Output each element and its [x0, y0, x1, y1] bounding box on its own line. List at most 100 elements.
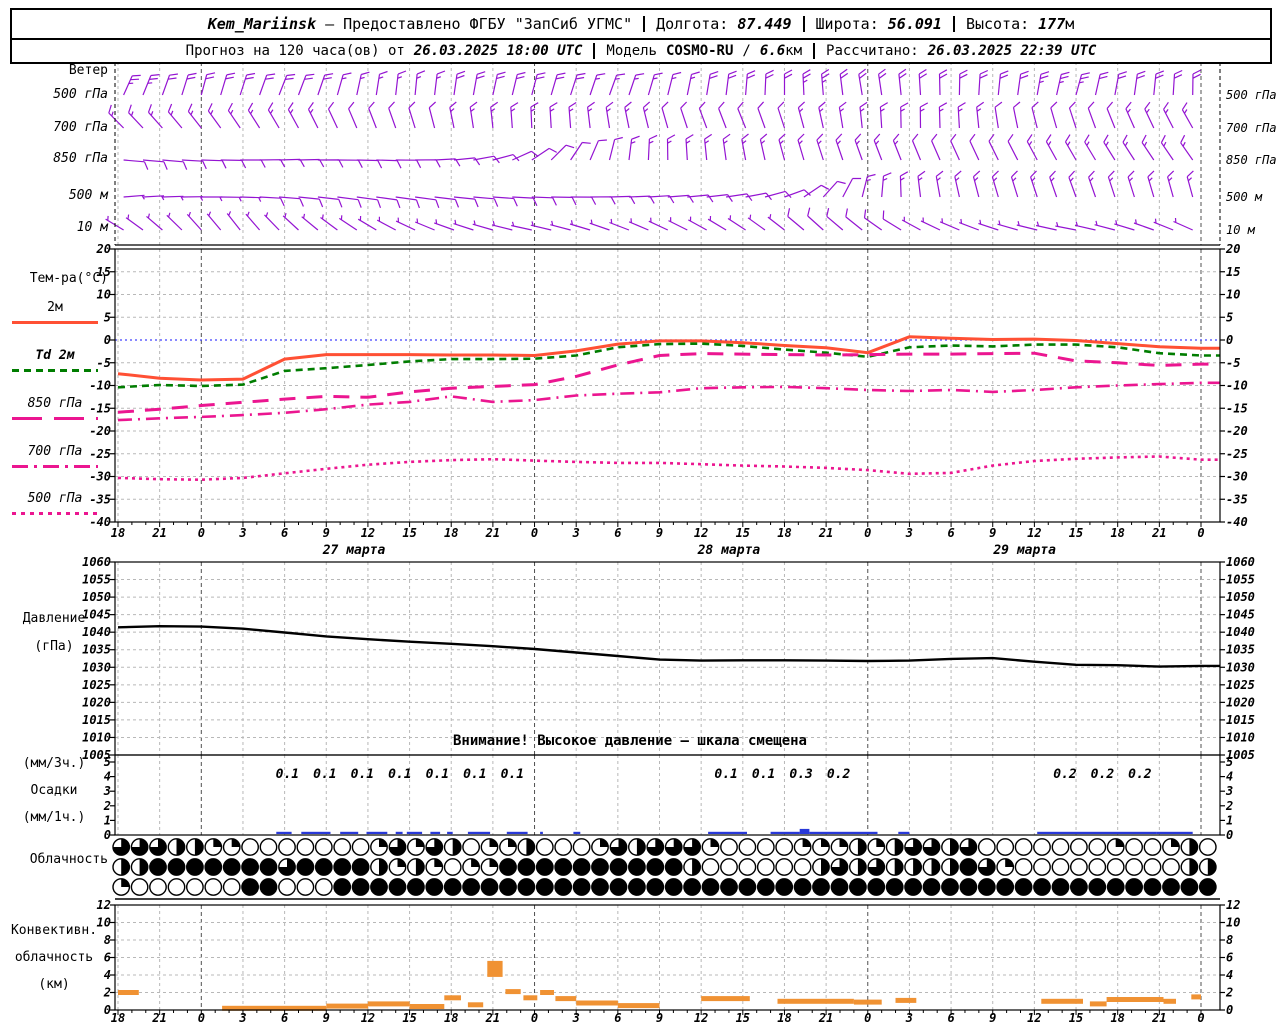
altitude-value: 177 м	[1038, 15, 1075, 33]
svg-text:-25: -25	[1226, 447, 1248, 461]
header-line-1: Kem_Mariinsk — Предоставлено ФГБУ "ЗапСи…	[12, 10, 1270, 40]
pressure-panel-unit: (гПа)	[34, 639, 74, 654]
svg-text:21: 21	[485, 1011, 500, 1024]
svg-text:18: 18	[111, 1011, 125, 1024]
svg-text:29 марта: 29 марта	[992, 543, 1056, 558]
svg-text:12: 12	[97, 898, 111, 912]
header-separator	[802, 16, 805, 32]
svg-text:-10: -10	[1226, 379, 1248, 393]
svg-text:9: 9	[989, 1011, 996, 1024]
precip-panel-title: Осадки	[30, 783, 78, 798]
temp-series	[117, 381, 1220, 422]
svg-text:9: 9	[323, 526, 330, 540]
svg-text:15: 15	[402, 526, 416, 540]
svg-text:-20: -20	[89, 424, 111, 438]
svg-text:0.2: 0.2	[1053, 767, 1077, 782]
altitude-label: Высота:	[965, 15, 1030, 33]
wind-barbs-row	[123, 133, 1194, 170]
wind-panel-title: Ветер	[68, 63, 108, 78]
legend-line-700hpa	[12, 465, 98, 468]
longitude-label: Долгота:	[656, 15, 729, 33]
svg-text:3: 3	[238, 1011, 246, 1024]
svg-text:0: 0	[1197, 526, 1204, 540]
svg-text:3: 3	[572, 526, 580, 540]
svg-text:18: 18	[1110, 526, 1124, 540]
pressure-warning-text: Внимание! Высокое давление — шкала смеще…	[452, 733, 807, 749]
cloud-symbol-row	[112, 838, 1217, 856]
svg-text:4: 4	[1226, 770, 1233, 784]
wind-level-10m: 10 м	[76, 220, 108, 235]
svg-text:15: 15	[402, 1011, 416, 1024]
svg-text:1025: 1025	[1226, 678, 1255, 692]
pressure-panel-title: Давление	[22, 611, 86, 626]
svg-text:0.1: 0.1	[313, 767, 336, 782]
wind-barbs-row	[123, 170, 1194, 209]
svg-text:10: 10	[1226, 916, 1240, 930]
model-resolution: 6.6 км	[759, 43, 803, 59]
convective-panel-title-1: Конвективн.	[10, 923, 98, 938]
svg-text:1020: 1020	[1226, 695, 1255, 709]
svg-text:5: 5	[1226, 755, 1233, 769]
svg-text:15: 15	[1069, 1011, 1083, 1024]
svg-text:1055: 1055	[82, 573, 111, 587]
svg-text:0: 0	[1226, 828, 1233, 842]
svg-text:0: 0	[531, 1011, 538, 1024]
temp-series	[117, 351, 1220, 414]
svg-text:5: 5	[1226, 310, 1233, 324]
svg-text:1045: 1045	[1226, 608, 1255, 622]
svg-text:3: 3	[1225, 784, 1233, 798]
svg-text:850 гПа: 850 гПа	[1226, 153, 1277, 167]
svg-text:6: 6	[281, 1011, 288, 1024]
svg-text:0.1: 0.1	[463, 767, 486, 782]
cloud-symbol-row	[112, 878, 1217, 896]
svg-text:15: 15	[1069, 526, 1083, 540]
header-separator	[952, 16, 955, 32]
svg-text:10 м: 10 м	[1226, 223, 1256, 237]
precip-bars	[276, 828, 1193, 834]
svg-text:0: 0	[1197, 1011, 1204, 1024]
meteogram-page: Kem_Mariinsk — Предоставлено ФГБУ "ЗапСи…	[0, 0, 1280, 1024]
svg-text:12: 12	[694, 1011, 708, 1024]
svg-text:1055: 1055	[1226, 573, 1255, 587]
svg-text:0: 0	[198, 526, 205, 540]
precip-unit-3h: (мм/3ч.)	[22, 756, 86, 771]
svg-text:5: 5	[104, 310, 111, 324]
provider-text: Предоставлено ФГБУ "ЗапСиб УГМС"	[343, 15, 633, 33]
svg-text:8: 8	[1226, 933, 1233, 947]
legend-label-t2m: 2м	[47, 300, 63, 315]
svg-text:1010: 1010	[1226, 730, 1255, 744]
svg-text:-15: -15	[1226, 401, 1248, 415]
svg-text:1025: 1025	[82, 678, 111, 692]
svg-text:12: 12	[694, 526, 708, 540]
svg-text:0.2: 0.2	[827, 767, 851, 782]
svg-text:3: 3	[905, 526, 913, 540]
svg-text:18: 18	[777, 526, 791, 540]
header-separator	[643, 16, 646, 32]
svg-text:6: 6	[614, 1011, 621, 1024]
wind-barbs-row	[108, 101, 1194, 129]
legend-line-500hpa	[12, 512, 98, 515]
svg-text:9: 9	[656, 526, 663, 540]
legend-line-850hpa	[12, 417, 98, 420]
svg-text:1015: 1015	[1226, 713, 1255, 727]
wind-level-850hpa: 850 гПа	[53, 151, 108, 166]
svg-text:1015: 1015	[82, 713, 111, 727]
svg-text:1060: 1060	[1226, 555, 1255, 569]
svg-text:21: 21	[1151, 1011, 1166, 1024]
svg-text:0.1: 0.1	[276, 767, 299, 782]
svg-text:3: 3	[572, 1011, 580, 1024]
svg-text:3: 3	[905, 1011, 913, 1024]
svg-text:4: 4	[104, 770, 111, 784]
svg-text:0: 0	[1226, 1003, 1233, 1017]
calc-time: 26.03.2025 22:39 UTC	[927, 43, 1097, 59]
svg-text:0: 0	[104, 828, 111, 842]
calc-label: Рассчитано:	[826, 43, 919, 59]
svg-text:18: 18	[444, 526, 458, 540]
svg-text:1010: 1010	[82, 730, 111, 744]
svg-text:6: 6	[614, 526, 621, 540]
temp-panel-title: Тем-ра(°C)	[29, 271, 108, 286]
svg-text:20: 20	[96, 242, 111, 256]
svg-text:18: 18	[444, 1011, 458, 1024]
svg-text:9: 9	[656, 1011, 663, 1024]
svg-text:1040: 1040	[82, 625, 111, 639]
